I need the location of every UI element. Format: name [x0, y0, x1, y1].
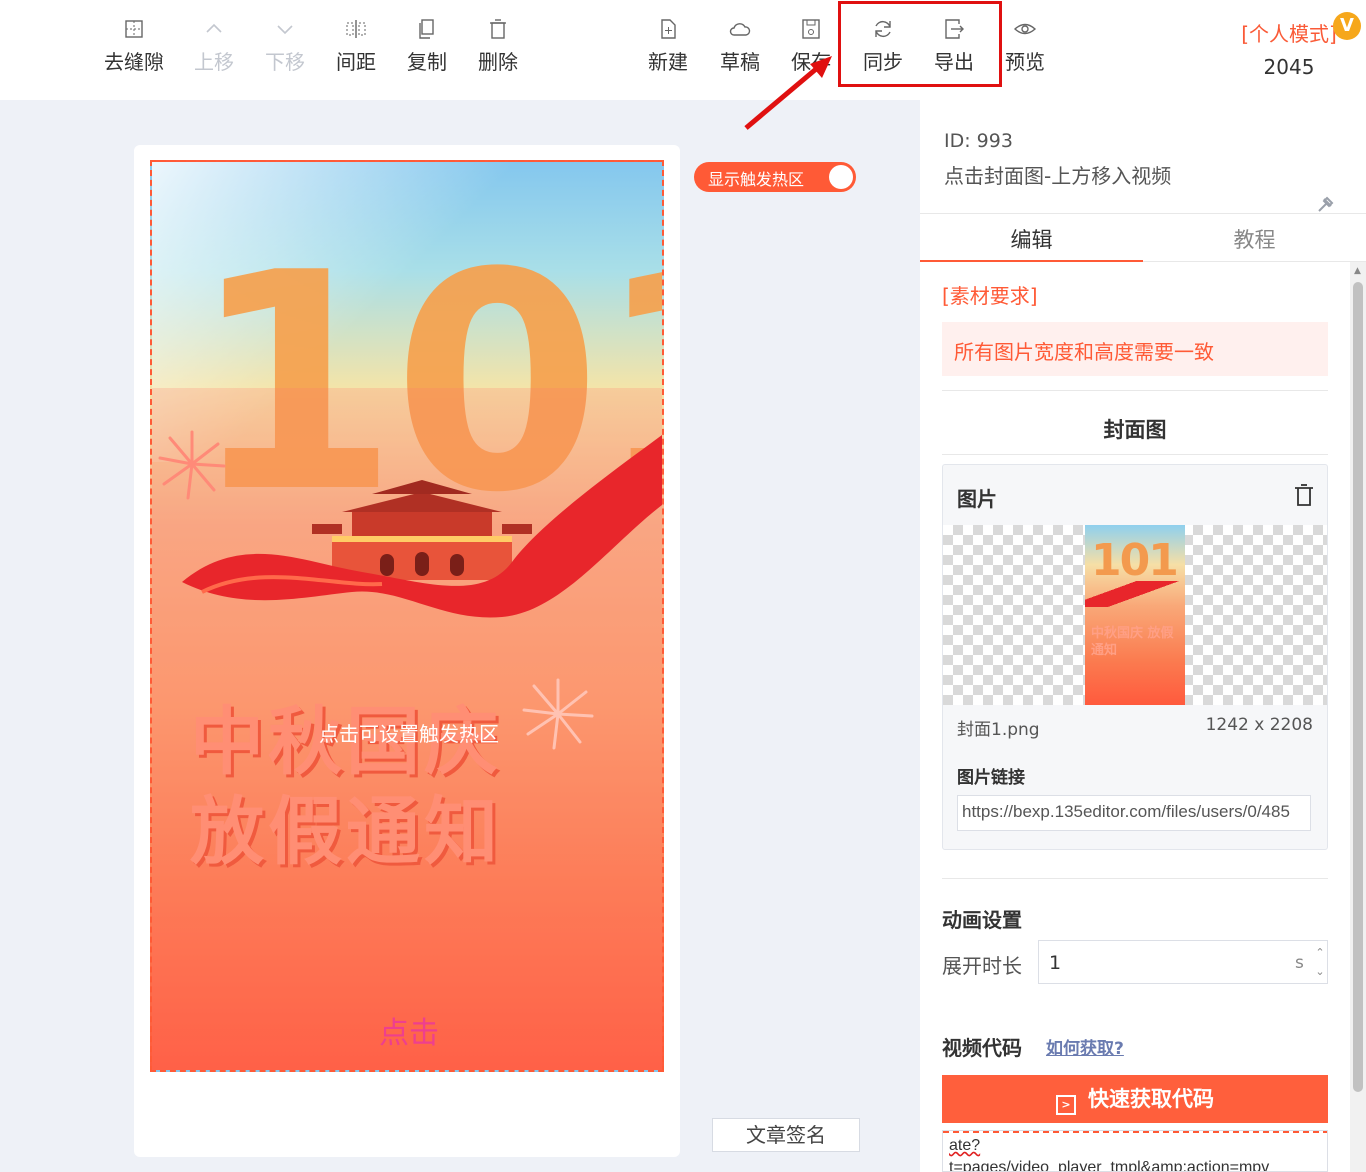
video-code-textarea[interactable]: ate? t=pages/video_player_tmpl&amp;actio… [942, 1130, 1328, 1172]
grid-icon [122, 18, 146, 40]
terminal-icon: > [1056, 1095, 1076, 1115]
chevron-up-icon [202, 18, 226, 40]
move-up-button[interactable]: 上移 [174, 18, 254, 75]
image-link-label: 图片链接 [957, 768, 1025, 788]
poster-canvas[interactable]: 101 中秋国庆 放假通知 点击可设置触发热区 点击 [150, 160, 664, 1072]
toggle-knob [829, 165, 853, 189]
template-id: ID: 993 [944, 130, 1013, 152]
tab-tutorial-label: 教程 [1233, 228, 1276, 252]
scrollbar-thumb[interactable] [1353, 282, 1363, 1092]
copy-icon [415, 18, 439, 40]
cover-thumbnail: 101 中秋国庆 放假通知 [1085, 525, 1185, 705]
animation-settings-title: 动画设置 [942, 908, 1022, 932]
active-tab-underline [920, 260, 1143, 262]
code-area-dashed-line [943, 1131, 1327, 1133]
top-toolbar: 去缝隙 上移 下移 间距 复制 删除 新建 草稿 保存 同步 导出 预览 [个人… [0, 0, 1366, 100]
cloud-icon [728, 18, 752, 40]
move-down-label: 下移 [265, 50, 305, 74]
click-label[interactable]: 点击 [152, 1008, 662, 1052]
new-label: 新建 [648, 50, 688, 74]
copy-label: 复制 [407, 50, 447, 74]
eye-icon [1013, 18, 1037, 40]
thumbnail-number: 101 [1091, 535, 1179, 586]
remove-gap-button[interactable]: 去缝隙 [94, 18, 174, 75]
video-code-title: 视频代码 [942, 1036, 1022, 1060]
red-ribbon-illustration [182, 434, 662, 618]
duration-value: 1 [1049, 952, 1062, 974]
chevron-down-icon [273, 18, 297, 40]
scroll-up-icon[interactable]: ▲ [1354, 266, 1361, 276]
preview-label: 预览 [1005, 50, 1045, 74]
delete-button[interactable]: 删除 [458, 18, 538, 75]
cover-section-title: 封面图 [1103, 418, 1167, 442]
copy-button[interactable]: 复制 [387, 18, 467, 75]
poster-title-line2: 放假通知 [190, 789, 502, 875]
annotation-highlight-box [838, 1, 1002, 87]
vip-badge-icon: V [1333, 12, 1361, 40]
new-file-icon [656, 18, 680, 40]
delete-label: 删除 [478, 50, 518, 74]
requirement-title: [素材要求] [942, 284, 1038, 308]
tab-edit[interactable]: 编辑 [920, 224, 1143, 254]
file-name: 封面1.png [957, 720, 1040, 740]
save-icon [799, 18, 823, 40]
new-button[interactable]: 新建 [628, 18, 708, 75]
properties-panel: ID: 993 点击封面图-上方移入视频 编辑 教程 ▲ [素材要求] 所有图片… [920, 100, 1366, 1172]
duration-input[interactable]: 1 s ⌃ ⌄ [1038, 940, 1328, 984]
image-card-title: 图片 [957, 487, 997, 511]
tools-icon[interactable] [1316, 196, 1334, 214]
code-line-2: t=pages/video_player_tmpl&amp;action=mpv [949, 1159, 1270, 1172]
stepper-icon[interactable]: ⌃ ⌄ [1313, 943, 1327, 981]
move-up-label: 上移 [194, 50, 234, 74]
tab-edit-label: 编辑 [1010, 228, 1053, 252]
image-preview[interactable]: 101 中秋国庆 放假通知 [943, 525, 1327, 705]
spacing-label: 间距 [336, 50, 376, 74]
divider [942, 390, 1328, 391]
spacing-icon [344, 18, 368, 40]
code-line-1: ate? [949, 1137, 981, 1154]
duration-unit: s [1295, 953, 1304, 973]
panel-header: ID: 993 点击封面图-上方移入视频 [920, 100, 1366, 214]
quick-get-code-button[interactable]: > 快速获取代码 [942, 1075, 1328, 1123]
remove-gap-label: 去缝隙 [104, 50, 164, 74]
how-to-get-link[interactable]: 如何获取? [1046, 1034, 1124, 1059]
divider [942, 454, 1328, 455]
duration-label: 展开时长 [942, 954, 1022, 978]
show-hotspot-toggle[interactable]: 显示触发热区 [694, 162, 856, 192]
requirement-box: 所有图片宽度和高度需要一致 [942, 322, 1328, 376]
hotspot-hint-text: 点击可设置触发热区 [319, 722, 499, 746]
annotation-arrow-icon [744, 56, 832, 130]
toggle-label: 显示触发热区 [708, 170, 805, 189]
spacing-button[interactable]: 间距 [316, 18, 396, 75]
tab-tutorial[interactable]: 教程 [1143, 224, 1366, 254]
trash-icon [486, 18, 510, 40]
thumbnail-title: 中秋国庆 放假通知 [1091, 626, 1174, 658]
panel-scrollbar[interactable]: ▲ [1350, 262, 1366, 1172]
trash-icon[interactable] [1293, 483, 1315, 507]
template-name: 点击封面图-上方移入视频 [944, 164, 1172, 188]
mode-number: 2045 [1263, 55, 1315, 79]
image-card: 图片 101 中秋国庆 放假通知 封面1.png 1242 x 2208 图片链… [942, 464, 1328, 850]
thumbnail-ribbon [1085, 581, 1185, 607]
image-link-input[interactable]: https://bexp.135editor.com/files/users/0… [957, 795, 1311, 831]
divider [942, 878, 1328, 879]
file-dimensions: 1242 x 2208 [1205, 715, 1313, 735]
personal-mode[interactable]: [个人模式] V 2045 [1222, 12, 1361, 79]
panel-tabs: 编辑 教程 [920, 214, 1366, 262]
requirement-text: 所有图片宽度和高度需要一致 [954, 340, 1214, 364]
quick-get-code-label: 快速获取代码 [1088, 1087, 1214, 1111]
move-down-button[interactable]: 下移 [245, 18, 325, 75]
article-signature-button[interactable]: 文章签名 [712, 1118, 860, 1152]
